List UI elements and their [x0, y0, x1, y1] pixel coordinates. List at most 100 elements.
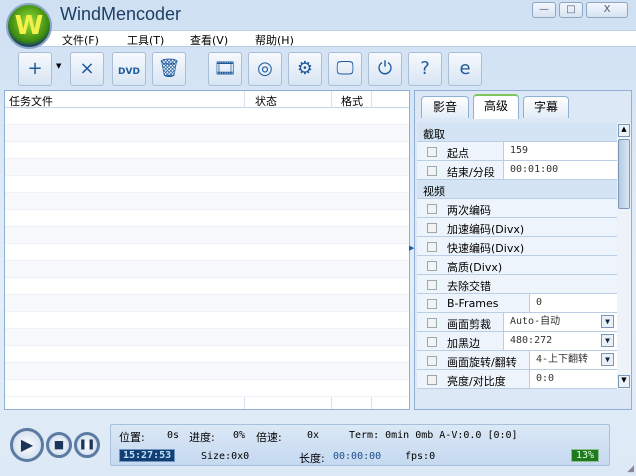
table-row[interactable] — [5, 227, 409, 244]
property-scrollbar[interactable]: ▲ ▼ — [617, 123, 631, 389]
property-value-text: 0 — [536, 297, 543, 308]
dropdown-arrow-icon[interactable]: ▼ — [601, 334, 614, 347]
folder-add-icon: + — [27, 58, 43, 79]
property-row[interactable]: 画面剪裁 Auto-自动 ▼ — [417, 313, 617, 332]
settings-button[interactable]: ⚙ — [288, 52, 322, 86]
scroll-up-icon[interactable]: ▲ — [618, 124, 630, 137]
property-value[interactable]: 480:272 ▼ — [503, 332, 617, 350]
table-row[interactable] — [5, 312, 409, 329]
scroll-thumb[interactable] — [618, 139, 630, 209]
pause-button[interactable]: ❚❚ — [74, 432, 100, 458]
tab-media[interactable]: 影音 — [421, 96, 469, 118]
property-value[interactable]: 4-上下翻转 ▼ — [529, 351, 617, 369]
property-label: 加黑边 — [447, 337, 480, 350]
property-row[interactable]: 起点 159 — [417, 142, 617, 161]
property-checkbox[interactable] — [427, 223, 437, 233]
resize-grip-icon[interactable]: ◢ — [627, 464, 634, 474]
table-row[interactable] — [5, 363, 409, 380]
property-value-text: 4-上下翻转 — [536, 354, 589, 365]
column-format[interactable]: 格式 — [341, 93, 363, 109]
table-row[interactable] — [5, 346, 409, 363]
property-row[interactable]: 画面旋转/翻转 4-上下翻转 ▼ — [417, 351, 617, 370]
task-list[interactable]: 任务文件 状态 格式 — [4, 90, 410, 410]
property-value[interactable]: 00:01:00 — [503, 161, 617, 179]
property-checkbox[interactable] — [427, 242, 437, 252]
property-checkbox[interactable] — [427, 318, 437, 328]
property-value-text: 480:272 — [510, 335, 553, 346]
property-checkbox[interactable] — [427, 166, 437, 176]
property-row[interactable]: 亮度/对比度 0:0 — [417, 370, 617, 389]
position-value: 0s — [167, 430, 180, 441]
menu-file[interactable]: 文件(F) — [62, 32, 99, 48]
table-row[interactable] — [5, 176, 409, 193]
help-button[interactable]: ? — [408, 52, 442, 86]
scroll-down-icon[interactable]: ▼ — [618, 375, 630, 388]
table-row[interactable] — [5, 278, 409, 295]
menu-view[interactable]: 查看(V) — [190, 32, 228, 48]
play-icon: ▶ — [20, 435, 34, 454]
convert-button[interactable]: 🎞 — [208, 52, 242, 86]
property-row[interactable]: 加黑边 480:272 ▼ — [417, 332, 617, 351]
tab-advanced[interactable]: 高级 — [473, 94, 519, 119]
property-checkbox[interactable] — [427, 204, 437, 214]
property-checkbox[interactable] — [427, 299, 437, 309]
menu-help[interactable]: 帮助(H) — [255, 32, 294, 48]
table-row[interactable] — [5, 125, 409, 142]
stop-button[interactable]: ■ — [46, 432, 72, 458]
remove-file-button[interactable]: × — [70, 52, 104, 86]
property-row[interactable]: 快速编码(Divx) — [417, 237, 617, 256]
table-row[interactable] — [5, 380, 409, 397]
clear-button[interactable]: 🗑 — [152, 52, 186, 86]
dropdown-arrow-icon[interactable]: ▼ — [601, 315, 614, 328]
maximize-button[interactable]: □ — [559, 2, 583, 18]
table-row[interactable] — [5, 295, 409, 312]
table-row[interactable] — [5, 210, 409, 227]
property-value[interactable]: 0:0 — [529, 370, 617, 388]
property-row[interactable]: 结束/分段 00:01:00 — [417, 161, 617, 180]
play-button[interactable]: ▶ — [10, 428, 44, 462]
size-value: Size:0x0 — [201, 451, 250, 462]
property-row[interactable]: 两次编码 — [417, 199, 617, 218]
column-task-file[interactable]: 任务文件 — [9, 93, 53, 109]
property-category[interactable]: 截取 — [417, 123, 617, 142]
table-row[interactable] — [5, 159, 409, 176]
preview-button[interactable]: 🖵 — [328, 52, 362, 86]
property-checkbox[interactable] — [427, 356, 437, 366]
close-button[interactable]: X — [586, 2, 628, 18]
property-row[interactable]: 去除交错 — [417, 275, 617, 294]
property-value-text: 159 — [510, 145, 529, 156]
column-status[interactable]: 状态 — [255, 93, 277, 109]
property-value[interactable]: 159 — [503, 142, 617, 160]
splitter-arrow-icon[interactable]: ▶ — [409, 244, 414, 252]
table-row[interactable] — [5, 329, 409, 346]
property-row[interactable]: 高质(Divx) — [417, 256, 617, 275]
property-category[interactable]: 视频 — [417, 180, 617, 199]
table-row[interactable] — [5, 244, 409, 261]
browser-button[interactable]: e — [448, 52, 482, 86]
add-file-button[interactable]: + — [18, 52, 52, 86]
power-button[interactable]: ⏻ — [368, 52, 402, 86]
property-row[interactable]: 加速编码(Divx) — [417, 218, 617, 237]
property-value[interactable]: 0 — [529, 294, 617, 312]
property-row[interactable]: B-Frames 0 — [417, 294, 617, 313]
length-value: 00:00:00 — [333, 451, 382, 462]
add-dvd-button[interactable]: DVD — [112, 52, 146, 86]
property-label: 结束/分段 — [447, 166, 495, 179]
folder-remove-icon: × — [79, 58, 95, 79]
minimize-button[interactable]: — — [532, 2, 556, 18]
property-checkbox[interactable] — [427, 261, 437, 271]
table-row[interactable] — [5, 261, 409, 278]
table-row[interactable] — [5, 108, 409, 125]
property-checkbox[interactable] — [427, 280, 437, 290]
dropdown-arrow-icon[interactable]: ▼ — [601, 353, 614, 366]
property-checkbox[interactable] — [427, 147, 437, 157]
table-row[interactable] — [5, 193, 409, 210]
tab-subtitles[interactable]: 字幕 — [523, 96, 569, 118]
table-row[interactable] — [5, 142, 409, 159]
property-value[interactable]: Auto-自动 ▼ — [503, 313, 617, 331]
add-dropdown-arrow-icon[interactable]: ▼ — [56, 62, 61, 70]
disc-button[interactable]: ◎ — [248, 52, 282, 86]
property-checkbox[interactable] — [427, 337, 437, 347]
property-checkbox[interactable] — [427, 375, 437, 385]
menu-tools[interactable]: 工具(T) — [127, 32, 164, 48]
